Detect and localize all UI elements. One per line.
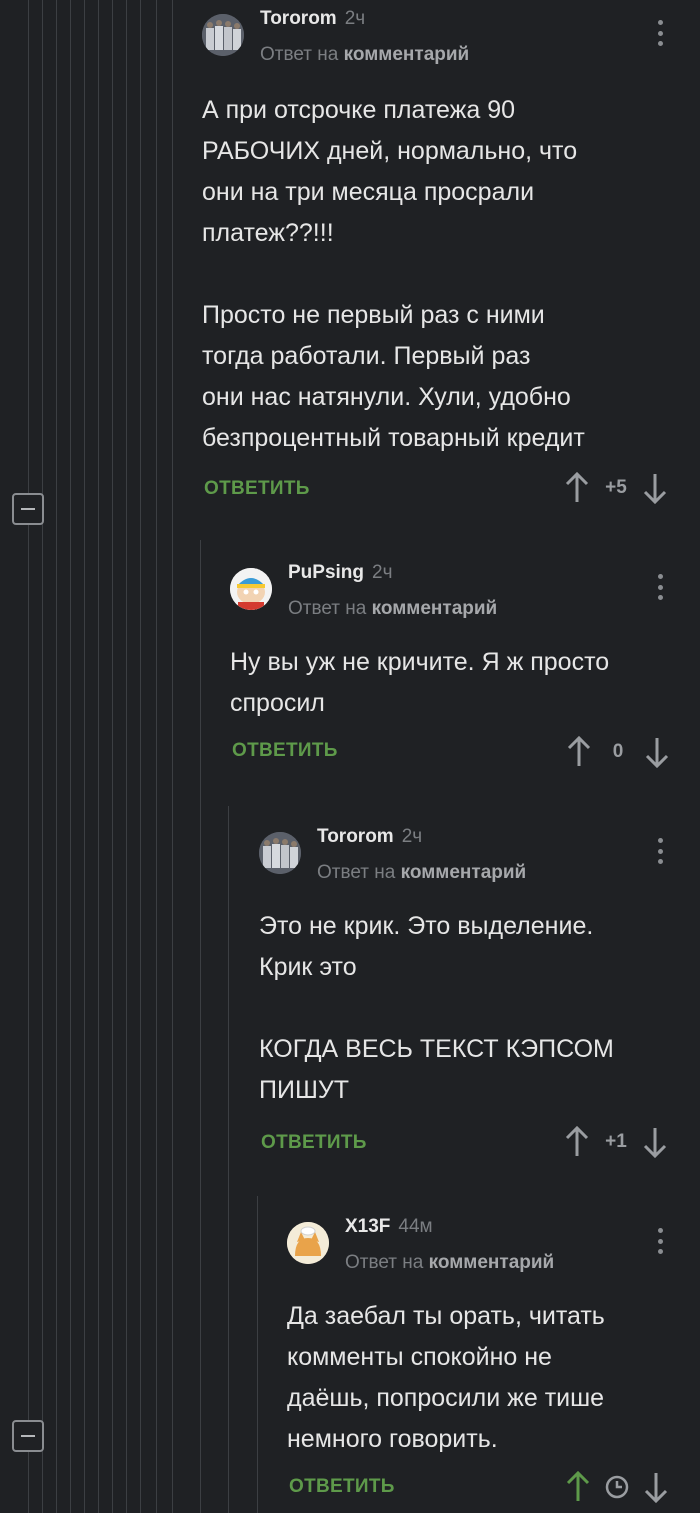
more-options-icon[interactable] [658, 574, 664, 600]
reply-to-link[interactable]: Ответ на комментарий [288, 598, 497, 620]
more-options-icon[interactable] [658, 20, 664, 46]
cat-avatar-icon [287, 1222, 329, 1264]
thread-line [56, 0, 57, 1513]
comment-text: Да заебал ты орать, читать комменты спок… [287, 1302, 605, 1453]
collapse-thread-button[interactable] [12, 493, 44, 525]
thread-line [98, 0, 99, 1513]
reply-button[interactable]: ОТВЕТИТЬ [232, 740, 338, 762]
upvote-arrow-icon[interactable] [564, 472, 590, 504]
thread-line [70, 0, 71, 1513]
downvote-arrow-icon[interactable] [642, 472, 668, 504]
user-avatar[interactable] [259, 832, 301, 874]
group-photo-avatar-icon [202, 14, 244, 56]
comment: Tororom 2ч Ответ на комментарий А при отс… [202, 8, 700, 508]
vote-controls [565, 1471, 669, 1503]
thread-line [126, 0, 127, 1513]
downvote-arrow-icon[interactable] [644, 736, 670, 768]
reply-button[interactable]: ОТВЕТИТЬ [289, 1476, 395, 1498]
more-options-icon[interactable] [658, 838, 664, 864]
username[interactable]: PuPsing 2ч [288, 562, 392, 584]
username[interactable]: Tororom 2ч [260, 8, 365, 30]
comment-time: 2ч [372, 562, 393, 583]
score: 0 [612, 741, 624, 762]
score [591, 1475, 643, 1499]
user-avatar[interactable] [230, 568, 272, 610]
comment-time: 2ч [401, 826, 423, 847]
thread-line [112, 0, 113, 1513]
comment-time: 44м [398, 1216, 433, 1237]
thread-line [172, 0, 173, 1513]
vote-controls: +1 [564, 1126, 668, 1158]
downvote-arrow-icon[interactable] [642, 1126, 668, 1158]
upvote-arrow-icon[interactable] [565, 1471, 591, 1503]
reply-button[interactable]: ОТВЕТИТЬ [261, 1132, 367, 1154]
upvote-arrow-icon[interactable] [564, 1126, 590, 1158]
cartoon-character-avatar-icon [230, 568, 272, 610]
thread-line [42, 0, 43, 1513]
thread-line [228, 806, 229, 1513]
thread-line [200, 540, 201, 1513]
clock-icon [605, 1475, 629, 1499]
vote-controls: 0 [566, 736, 670, 768]
reply-to-link[interactable]: Ответ на комментарий [260, 44, 469, 66]
comment-time: 2ч [344, 8, 366, 29]
thread-line [257, 1196, 258, 1513]
comment: Tororom 2ч Ответ на комментарий Это не кр… [259, 826, 700, 1166]
group-photo-avatar-icon [259, 832, 301, 874]
minus-icon [21, 508, 35, 510]
username[interactable]: X13F 44м [345, 1216, 433, 1238]
score: +1 [605, 1131, 627, 1152]
reply-to-link[interactable]: Ответ на комментарий [317, 862, 526, 884]
thread-line [156, 0, 157, 1513]
comment-text: Это не крик. Это выделение. Крик это КОГ… [259, 912, 614, 1104]
reply-to-link[interactable]: Ответ на комментарий [345, 1252, 554, 1274]
comment-text: Ну вы уж не кричите. Я ж просто спросил [230, 648, 610, 717]
reply-button[interactable]: ОТВЕТИТЬ [204, 478, 310, 500]
thread-line [140, 0, 141, 1513]
downvote-arrow-icon[interactable] [643, 1471, 669, 1503]
comment: X13F 44м Ответ на комментарий Да заебал т… [287, 1216, 700, 1513]
minus-icon [21, 1435, 35, 1437]
comment-text: А при отсрочке платежа 90 РАБОЧИХ дней, … [202, 96, 585, 452]
username[interactable]: Tororom 2ч [317, 826, 422, 848]
vote-controls: +5 [564, 472, 668, 504]
score: +5 [605, 477, 627, 498]
more-options-icon[interactable] [658, 1228, 664, 1254]
thread-line [84, 0, 85, 1513]
user-avatar[interactable] [287, 1222, 329, 1264]
user-avatar[interactable] [202, 14, 244, 56]
upvote-arrow-icon[interactable] [566, 736, 592, 768]
comment: PuPsing 2ч Ответ на комментарий Ну вы уж … [230, 562, 700, 782]
collapse-thread-button[interactable] [12, 1420, 44, 1452]
thread-line [28, 0, 29, 1513]
